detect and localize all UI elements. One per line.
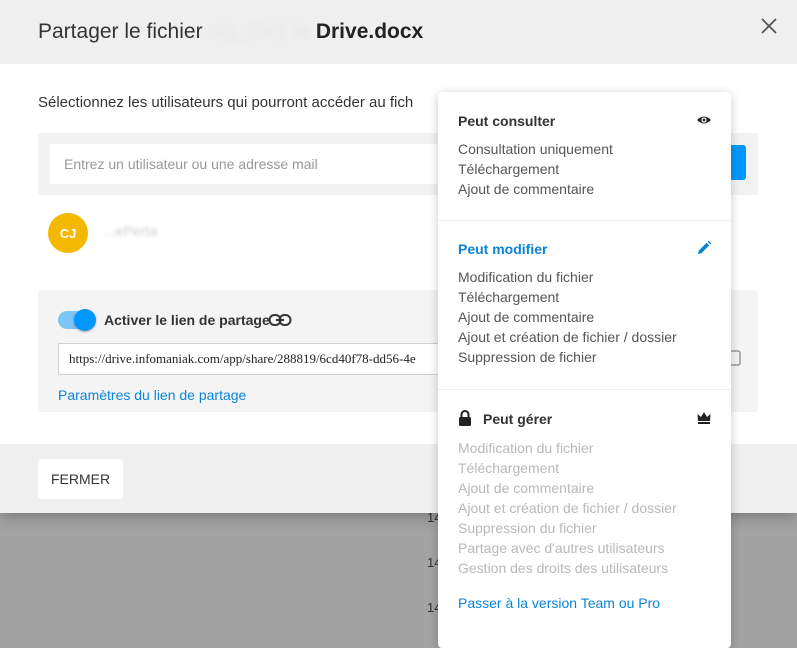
eye-icon (696, 112, 712, 128)
close-icon[interactable] (757, 14, 781, 38)
dialog-header: Partager le fichier nlg_Oe1 le Drive.doc… (0, 0, 797, 64)
permission-option-title: Peut modifier (458, 241, 548, 257)
permission-menu: Peut consulter Consultation uniquement T… (438, 92, 731, 648)
permission-option-manage: Peut gérer Modification du fichier Téléc… (438, 390, 731, 580)
permission-detail: Suppression du fichier (458, 520, 597, 536)
permission-detail: Consultation uniquement (458, 141, 613, 157)
close-button[interactable]: FERMER (38, 459, 123, 499)
link-icon (268, 312, 292, 328)
dialog-title-prefix: Partager le fichier (38, 20, 203, 43)
avatar: CJ (48, 213, 88, 253)
select-users-text: Sélectionnez les utilisateurs qui pourro… (38, 94, 414, 111)
permission-detail: Ajout de commentaire (458, 181, 595, 197)
user-search-input[interactable] (50, 144, 470, 184)
dialog-title: Partager le fichier nlg_Oe1 le Drive.doc… (38, 20, 423, 44)
permission-detail: Ajout et création de fichier / dossier (458, 329, 677, 345)
permission-detail: Suppression de fichier (458, 349, 597, 365)
lock-icon (458, 410, 474, 426)
share-link-settings-link[interactable]: Paramètres du lien de partage (58, 387, 246, 403)
permission-detail: Ajout de commentaire (458, 480, 595, 496)
permission-option-title: Peut gérer (483, 411, 553, 427)
crown-icon (696, 409, 712, 425)
permission-option-edit[interactable]: Peut modifier Modification du fichier Té… (438, 221, 731, 389)
permission-detail: Modification du fichier (458, 269, 594, 285)
permission-detail: Ajout de commentaire (458, 309, 595, 325)
pencil-icon (696, 240, 712, 256)
user-name: ...ePerta (104, 223, 157, 239)
permission-detail: Téléchargement (458, 161, 560, 177)
permission-detail: Partage avec d'autres utilisateurs (458, 540, 665, 556)
share-link-toggle-label: Activer le lien de partage (104, 312, 270, 328)
permission-detail: Ajout et création de fichier / dossier (458, 500, 677, 516)
permission-detail: Modification du fichier (458, 440, 594, 456)
upgrade-plan-link[interactable]: Passer à la version Team ou Pro (458, 595, 660, 611)
dialog-title-blurred: nlg_Oe1 le (208, 20, 310, 43)
share-link-toggle[interactable] (58, 309, 96, 331)
dialog-title-file: Drive.docx (315, 20, 424, 43)
permission-detail: Téléchargement (458, 289, 560, 305)
permission-detail: Gestion des droits des utilisateurs (458, 560, 669, 576)
permission-detail: Téléchargement (458, 460, 560, 476)
permission-option-view[interactable]: Peut consulter Consultation uniquement T… (438, 92, 731, 220)
permission-option-title: Peut consulter (458, 113, 556, 129)
